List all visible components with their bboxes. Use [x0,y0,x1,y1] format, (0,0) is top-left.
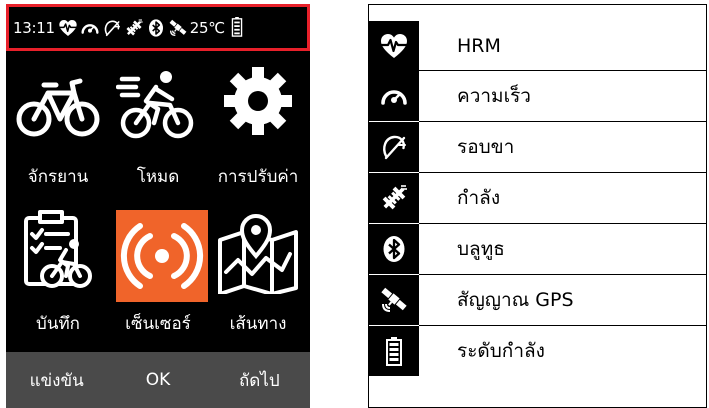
legend-row-speed: ความเร็ว [369,71,708,121]
legend-row-battery: ระดับกำลัง [369,326,708,376]
legend-label: ความเร็ว [457,85,531,107]
device-screen: 13:11 25℃ จักรยาน โหมด การปรับค่า บันทึก… [6,4,310,408]
sensor-broadcast-icon [120,214,204,298]
power-meter-icon [369,173,419,223]
gps-satellite-icon [369,275,419,325]
heart-rate-icon [369,21,419,71]
status-time: 13:11 [13,18,55,37]
legend-row-bluetooth: บลูทูธ [369,224,708,274]
menu-tile-mode[interactable]: โหมด [108,51,208,197]
menu-tile-route[interactable]: เส้นทาง [208,198,308,344]
legend-label: บลูทูธ [457,238,505,260]
legend-label: รอบขา [457,136,515,158]
status-temperature: 25℃ [189,18,225,37]
bluetooth-icon [369,224,419,274]
battery-icon [227,16,243,39]
legend-row-power: กำลัง [369,173,708,223]
menu-tile-record[interactable]: บันทึก [8,198,108,344]
cadence-icon [102,18,122,38]
bicycle-icon [16,63,100,147]
heart-rate-icon [58,18,78,38]
status-bar: 13:11 25℃ [6,4,310,51]
clipboard-cyclist-icon [16,210,100,294]
menu-tile-settings[interactable]: การปรับค่า [208,51,308,197]
menu-tile-label: เซ็นเซอร์ [125,314,191,334]
speedometer-icon [80,18,100,38]
gps-satellite-icon [168,18,188,38]
softkey-next-button[interactable]: ถัดไป [209,367,310,394]
legend-label: สัญญาณ GPS [457,289,574,311]
gear-icon [216,63,300,147]
menu-tile-bicycle[interactable]: จักรยาน [8,51,108,197]
legend-label: กำลัง [457,187,501,209]
menu-tile-label: จักรยาน [27,167,89,187]
softkey-bar: แข่งขัน OK ถัดไป [6,352,310,408]
cyclist-icon [116,63,200,147]
menu-tile-label: เส้นทาง [229,314,287,334]
softkey-ok-button[interactable]: OK [107,370,208,390]
cadence-icon [369,122,419,172]
status-icon-legend: HRM ความเร็ว รอบขา กำลัง บลูทูธ สัญญาณ G… [368,4,707,408]
route-map-icon [216,210,300,294]
bluetooth-icon [146,18,166,38]
legend-label: ระดับกำลัง [457,340,545,362]
legend-row-cadence: รอบขา [369,122,708,172]
power-meter-icon [124,18,144,38]
main-menu-grid: จักรยาน โหมด การปรับค่า บันทึก เซ็นเซอร์… [6,51,310,344]
menu-tile-label: บันทึก [36,314,80,334]
speedometer-icon [369,71,419,121]
menu-tile-label: โหมด [136,167,180,187]
legend-row-hrm: HRM [369,21,708,71]
legend-row-gps: สัญญาณ GPS [369,275,708,325]
battery-icon [369,326,419,376]
legend-label: HRM [457,35,501,57]
menu-tile-label: การปรับค่า [217,167,299,187]
softkey-race-button[interactable]: แข่งขัน [6,367,107,394]
menu-tile-sensor[interactable]: เซ็นเซอร์ [108,198,208,344]
